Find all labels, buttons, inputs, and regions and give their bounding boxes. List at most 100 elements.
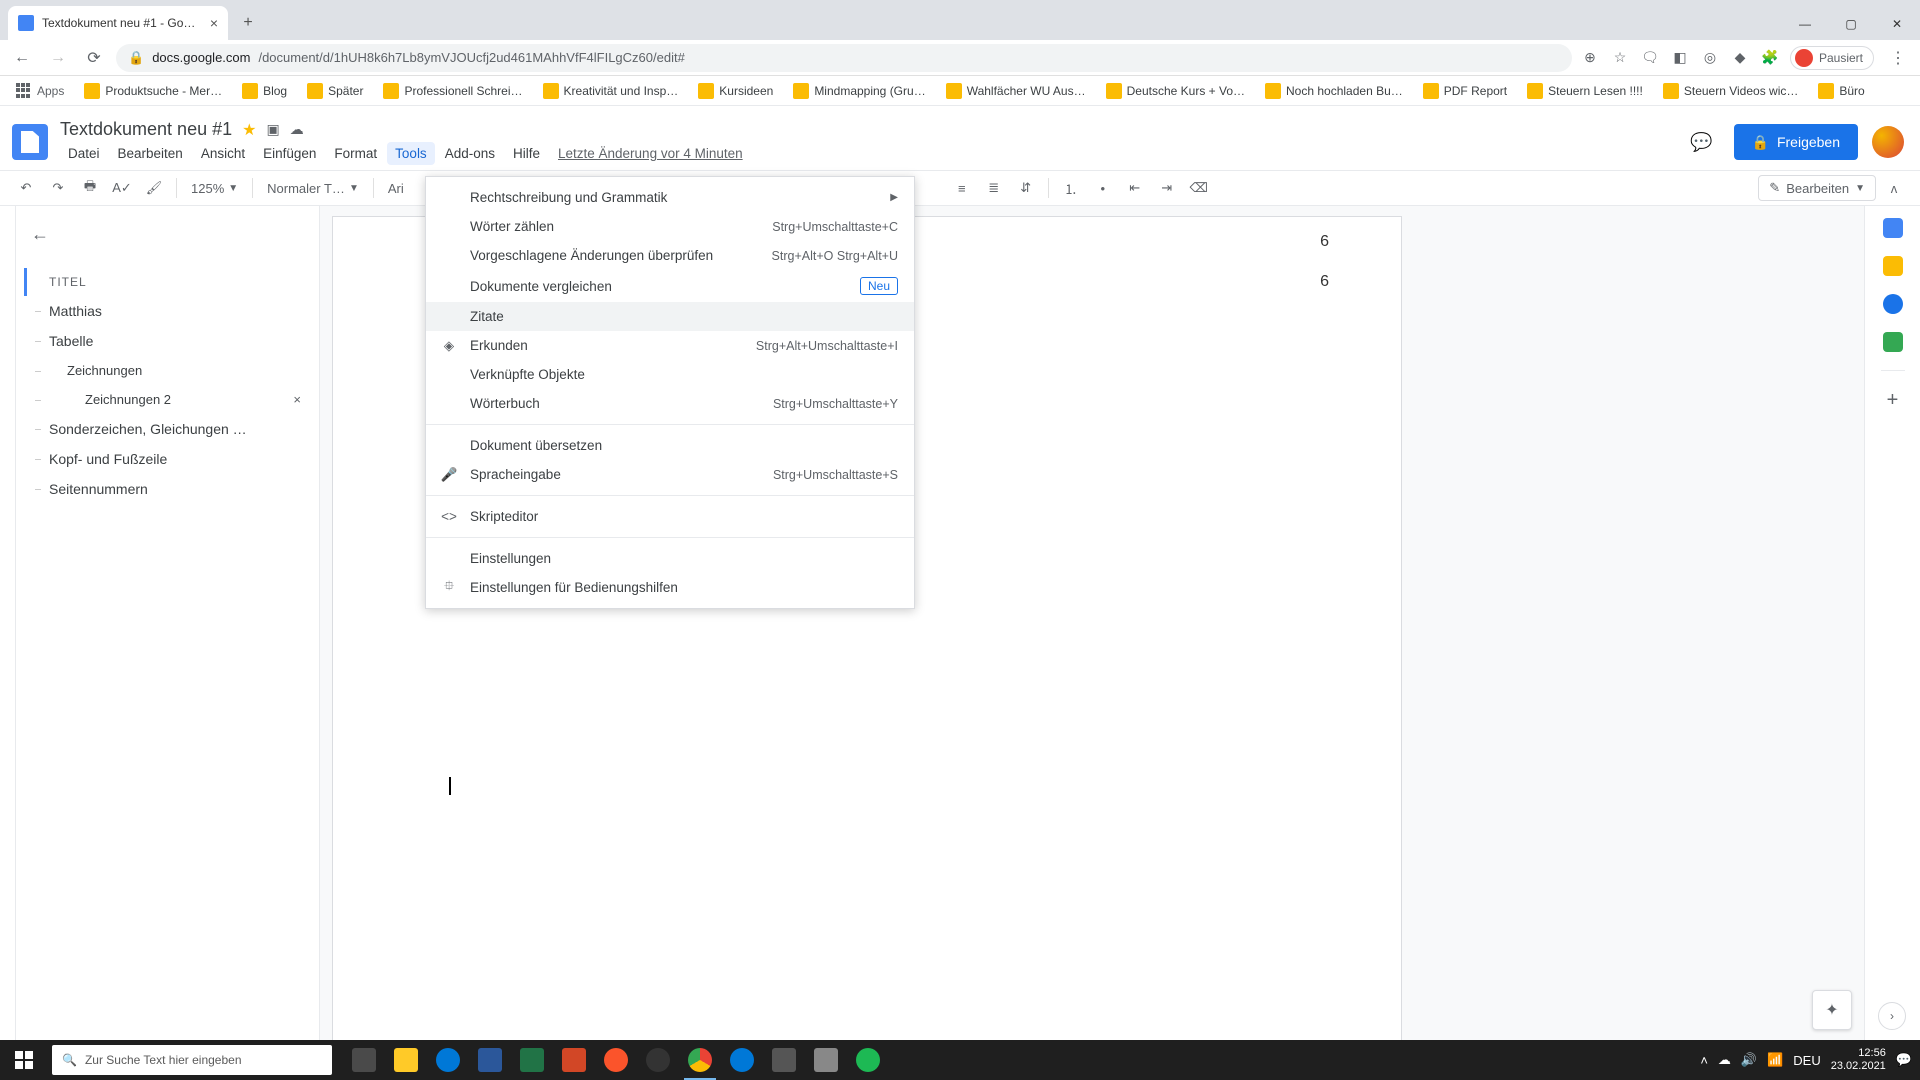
increase-indent-button[interactable]: ⇥ [1153,174,1181,202]
bookmark-item[interactable]: Deutsche Kurs + Vo… [1098,79,1253,103]
docs-logo[interactable] [12,124,48,160]
bookmark-item[interactable]: Wahlfächer WU Aus… [938,79,1094,103]
bookmark-item[interactable]: Blog [234,79,295,103]
menu-addons[interactable]: Add-ons [437,142,503,165]
obs-icon[interactable] [638,1040,678,1080]
decrease-indent-button[interactable]: ⇤ [1121,174,1149,202]
extension-icon-2[interactable]: ◎ [1700,48,1720,68]
zoom-select[interactable]: 125%▼ [185,175,244,201]
taskbar-search[interactable]: 🔍 Zur Suche Text hier eingeben [52,1045,332,1075]
menu-bearbeiten[interactable]: Bearbeiten [110,142,191,165]
bookmark-item[interactable]: Kreativität und Insp… [535,79,687,103]
calendar-icon[interactable] [1883,218,1903,238]
vertical-ruler[interactable] [0,206,16,1040]
clock[interactable]: 12:56 23.02.2021 [1831,1047,1886,1072]
redo-button[interactable]: ↷ [44,174,72,202]
powerpoint-icon[interactable] [554,1040,594,1080]
paint-format-button[interactable]: 🖌 [140,174,168,202]
style-select[interactable]: Normaler T…▼ [261,175,365,201]
outline-item[interactable]: Matthias [24,296,311,326]
back-button[interactable]: ← [8,44,36,72]
wifi-icon[interactable]: 📶 [1767,1052,1783,1068]
tools-menu-item[interactable]: <>Skripteditor [426,502,914,531]
browser-tab[interactable]: Textdokument neu #1 - Google × [8,6,228,40]
clear-formatting-button[interactable]: ⌫ [1185,174,1213,202]
contacts-icon[interactable] [1883,332,1903,352]
maximize-button[interactable]: ▢ [1828,8,1874,40]
side-panel-toggle[interactable]: › [1878,1002,1906,1030]
zoom-icon[interactable]: ⊕ [1580,48,1600,68]
bookmark-item[interactable]: Später [299,79,371,103]
translate-icon[interactable]: 🗨 [1640,48,1660,68]
extension-icon-3[interactable]: ◆ [1730,48,1750,68]
brave-icon[interactable] [596,1040,636,1080]
comments-button[interactable]: 💬 [1684,124,1720,160]
tools-menu-item[interactable]: WörterbuchStrg+Umschalttaste+Y [426,389,914,418]
star-icon[interactable]: ☆ [1610,48,1630,68]
tools-menu-item[interactable]: Einstellungen [426,544,914,573]
new-tab-button[interactable]: + [234,9,262,37]
edge-legacy-icon[interactable] [428,1040,468,1080]
bookmark-apps[interactable]: Apps [8,79,72,103]
align-left-button[interactable]: ≡ [948,174,976,202]
collapse-toolbar-button[interactable]: ʌ [1880,174,1908,202]
edge-icon[interactable] [722,1040,762,1080]
app-icon[interactable] [764,1040,804,1080]
outline-item[interactable]: Sonderzeichen, Gleichungen … [24,414,311,444]
task-view-icon[interactable] [344,1040,384,1080]
tools-menu-item[interactable]: Vorgeschlagene Änderungen überprüfenStrg… [426,241,914,270]
tools-menu-item[interactable]: Rechtschreibung und Grammatik▶ [426,183,914,212]
extension-icon-1[interactable]: ◧ [1670,48,1690,68]
move-icon[interactable]: ▣ [266,121,279,138]
menu-einfuegen[interactable]: Einfügen [255,142,324,165]
tasks-icon[interactable] [1883,294,1903,314]
add-addon-button[interactable]: + [1887,389,1899,412]
tray-chevron-icon[interactable]: ˄ [1700,1053,1708,1068]
outline-item[interactable]: Zeichnungen [24,356,311,385]
tools-menu-item[interactable]: Wörter zählenStrg+Umschalttaste+C [426,212,914,241]
menu-ansicht[interactable]: Ansicht [193,142,253,165]
bulleted-list-button[interactable]: • [1089,174,1117,202]
star-icon[interactable]: ★ [242,120,256,140]
menu-datei[interactable]: Datei [60,142,108,165]
reload-button[interactable]: ⟳ [80,44,108,72]
outline-item[interactable]: Seitennummern [24,474,311,504]
tools-menu-item[interactable]: 🎤SpracheingabeStrg+Umschalttaste+S [426,460,914,489]
print-button[interactable]: 🖶 [76,174,104,202]
bookmark-item[interactable]: Steuern Lesen !!!! [1519,79,1651,103]
file-explorer-icon[interactable] [386,1040,426,1080]
account-avatar[interactable] [1872,126,1904,158]
menu-hilfe[interactable]: Hilfe [505,142,548,165]
close-window-button[interactable]: ✕ [1874,8,1920,40]
forward-button[interactable]: → [44,44,72,72]
spellcheck-button[interactable]: A✓ [108,174,136,202]
volume-icon[interactable]: 🔊 [1741,1052,1757,1068]
language-icon[interactable]: DEU [1793,1053,1820,1068]
bookmark-item[interactable]: Professionell Schrei… [375,79,530,103]
tools-menu-item[interactable]: Zitate [426,302,914,331]
minimize-button[interactable]: — [1782,8,1828,40]
editing-mode-select[interactable]: ✎ Bearbeiten ▼ [1758,175,1876,201]
excel-icon[interactable] [512,1040,552,1080]
cloud-saved-icon[interactable]: ☁ [290,121,304,138]
onedrive-icon[interactable]: ☁ [1718,1052,1731,1068]
tools-menu-item[interactable]: ◈ErkundenStrg+Alt+Umschalttaste+I [426,331,914,360]
share-button[interactable]: 🔒 Freigeben [1734,124,1858,160]
explore-button[interactable]: ✦ [1812,990,1852,1030]
numbered-list-button[interactable]: ⒈ [1057,174,1085,202]
bookmark-item[interactable]: Kursideen [690,79,781,103]
chrome-icon[interactable] [680,1040,720,1080]
tab-close-icon[interactable]: × [210,15,218,31]
document-title[interactable]: Textdokument neu #1 [60,119,232,140]
bookmark-item[interactable]: Büro [1810,79,1872,103]
outline-title[interactable]: TITEL [24,268,311,296]
bookmark-item[interactable]: PDF Report [1415,79,1515,103]
font-select[interactable]: Ari [382,175,410,201]
tools-menu-item[interactable]: Dokumente vergleichenNeu [426,270,914,302]
spotify-icon[interactable] [848,1040,888,1080]
undo-button[interactable]: ↶ [12,174,40,202]
outline-item[interactable]: Zeichnungen 2× [24,385,311,414]
extensions-puzzle-icon[interactable]: 🧩 [1760,48,1780,68]
last-change-link[interactable]: Letzte Änderung vor 4 Minuten [550,142,751,165]
align-center-button[interactable]: ≣ [980,174,1008,202]
